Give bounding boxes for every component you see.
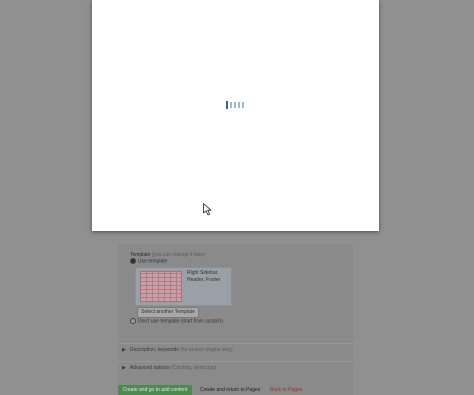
use-template-radio[interactable] (130, 258, 136, 264)
use-template-option[interactable]: Use template (130, 258, 167, 264)
description-label: Description, keywords (129, 347, 179, 353)
no-template-radio[interactable] (130, 318, 136, 324)
loading-spinner-icon (226, 101, 246, 109)
create-and-edit-button[interactable]: Create and go to add content (118, 385, 192, 395)
select-template-button[interactable]: Select another Template (137, 307, 199, 318)
advanced-label: Advanced options (129, 365, 170, 371)
expand-arrow-icon: ▶ (122, 347, 126, 353)
template-thumbnail (140, 271, 182, 302)
mouse-cursor-icon (203, 203, 212, 216)
use-template-label: Use template (138, 258, 168, 265)
create-and-return-button[interactable]: Create and return to Pages (200, 387, 260, 393)
advanced-hint: (Caching, dead ago) (171, 365, 217, 371)
loading-modal (92, 0, 379, 231)
expand-arrow-icon: ▶ (122, 365, 126, 371)
back-to-pages-link[interactable]: Back to Pages (270, 387, 302, 393)
template-name: Right Sidebar, Header, Footer (187, 270, 221, 283)
advanced-section-toggle[interactable]: ▶ Advanced options (Caching, dead ago) (118, 361, 353, 374)
no-template-option[interactable]: Don't use template (start from scratch) (130, 318, 223, 324)
description-hint: (for search engine only) (180, 347, 233, 353)
description-section-toggle[interactable]: ▶ Description, keywords (for search engin… (118, 343, 353, 356)
no-template-label: Don't use template (start from scratch) (138, 318, 223, 325)
